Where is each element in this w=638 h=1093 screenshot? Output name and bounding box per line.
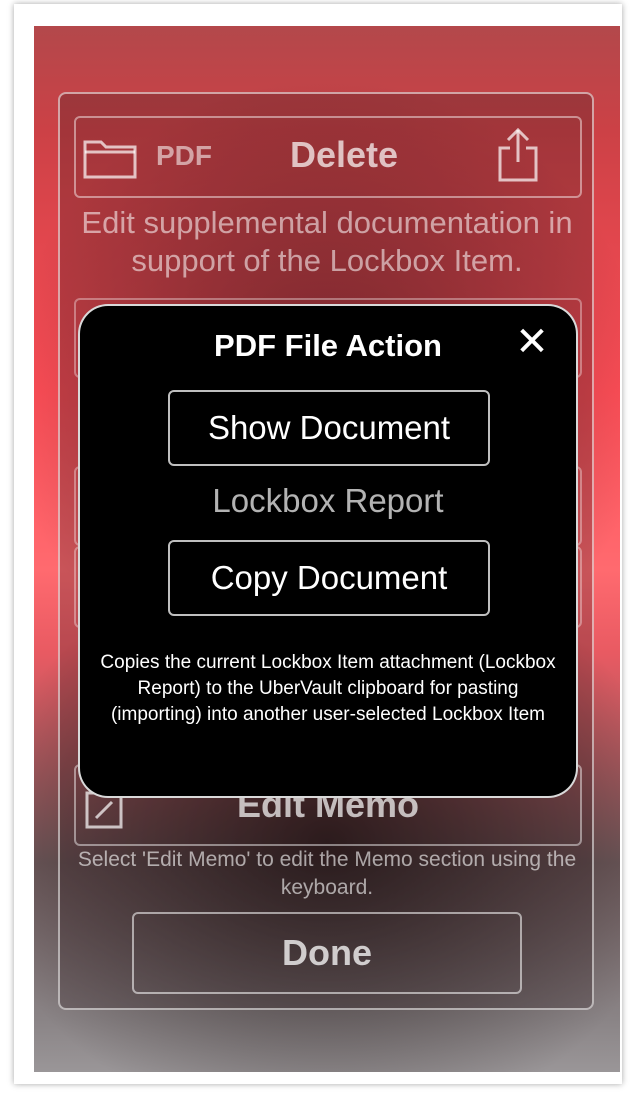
- attachment-toolbar: PDF Delete: [74, 116, 582, 198]
- folder-icon[interactable]: [82, 136, 138, 180]
- dialog-title: PDF File Action: [214, 328, 442, 363]
- app-screen: PDF Delete Edit supplemental documentati…: [34, 26, 620, 1072]
- pdf-file-action-dialog: PDF File Action ✕ Show Document Lockbox …: [78, 304, 578, 798]
- memo-hint: Select 'Edit Memo' to edit the Memo sect…: [77, 848, 577, 899]
- share-icon[interactable]: [496, 126, 540, 184]
- done-button[interactable]: Done: [132, 912, 522, 994]
- delete-button[interactable]: Delete: [290, 134, 398, 176]
- attachment-hint: Edit supplemental documentation in suppo…: [81, 205, 573, 278]
- show-document-button[interactable]: Show Document: [168, 390, 490, 466]
- pdf-button[interactable]: PDF: [156, 140, 212, 172]
- close-icon[interactable]: ✕: [512, 322, 552, 362]
- copy-document-button[interactable]: Copy Document: [168, 540, 490, 616]
- document-name: Lockbox Report: [212, 482, 444, 519]
- copy-description: Copies the current Lockbox Item attachme…: [100, 652, 556, 725]
